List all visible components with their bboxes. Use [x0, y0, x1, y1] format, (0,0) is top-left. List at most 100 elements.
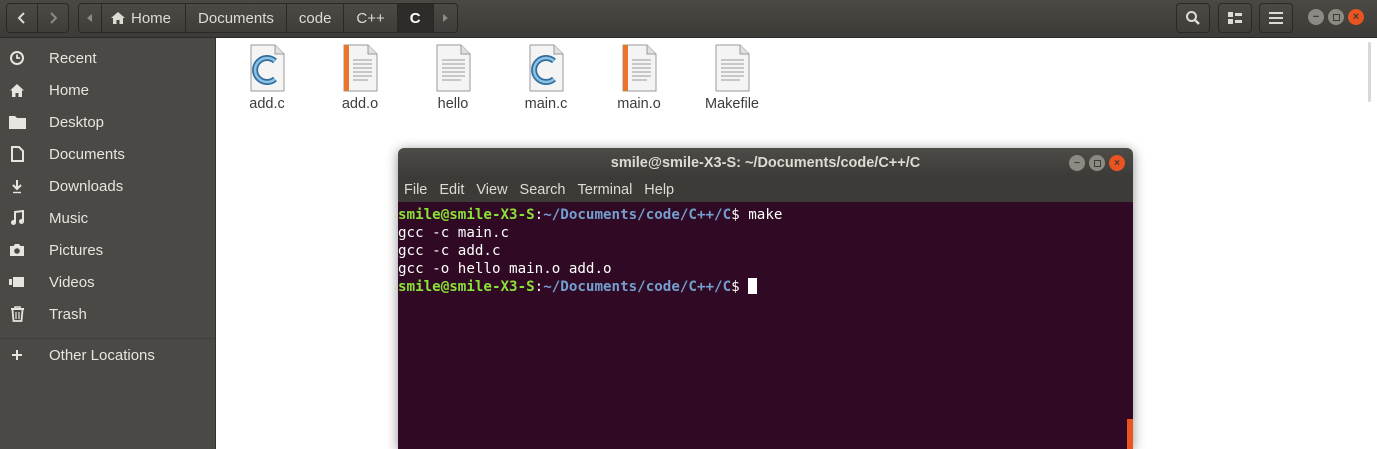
breadcrumb-label: C	[409, 9, 421, 27]
terminal-line: smile@smile-X3-S:~/Documents/code/C++/C$	[398, 278, 1133, 296]
menu-help[interactable]: Help	[644, 182, 674, 198]
sidebar: Recent Home Desktop Documents Downloads …	[0, 38, 216, 449]
sidebar-item-desktop[interactable]: Desktop	[0, 107, 215, 137]
maximize-icon	[1093, 159, 1101, 167]
sidebar-item-label: Music	[49, 209, 89, 227]
maximize-button[interactable]	[1328, 9, 1344, 25]
breadcrumb-c[interactable]: C	[397, 3, 434, 33]
breadcrumb-cpp[interactable]: C++	[344, 3, 398, 33]
sidebar-item-downloads[interactable]: Downloads	[0, 171, 215, 201]
sidebar-item-music[interactable]: Music	[0, 203, 215, 233]
search-button[interactable]	[1176, 3, 1210, 33]
close-icon: ×	[1114, 157, 1120, 169]
menu-terminal[interactable]: Terminal	[578, 182, 633, 198]
download-icon	[8, 177, 26, 195]
c-source-file-icon	[250, 44, 285, 92]
plain-file-icon	[436, 44, 471, 92]
sidebar-divider	[0, 338, 215, 339]
terminal-line: gcc -c main.c	[398, 225, 510, 241]
header-bar: Home Documents code C++ C − ×	[0, 0, 1377, 38]
file-item[interactable]: add.o	[315, 44, 405, 120]
file-item[interactable]: main.c	[501, 44, 591, 120]
music-icon	[8, 209, 26, 227]
menu-edit[interactable]: Edit	[439, 182, 464, 198]
menu-button[interactable]	[1259, 3, 1293, 33]
file-item[interactable]: main.o	[594, 44, 684, 120]
plain-file-icon	[715, 44, 750, 92]
sidebar-item-videos[interactable]: Videos	[0, 267, 215, 297]
hamburger-icon	[1269, 12, 1283, 24]
clock-icon	[8, 49, 26, 67]
sidebar-item-label: Downloads	[49, 177, 124, 195]
home-icon	[8, 81, 26, 99]
menu-file[interactable]: File	[404, 182, 427, 198]
sidebar-item-label: Videos	[49, 273, 95, 291]
file-item[interactable]: add.c	[222, 44, 312, 120]
view-toggle-button[interactable]	[1218, 3, 1252, 33]
prompt-separator: :	[534, 207, 544, 223]
forward-button[interactable]	[37, 3, 69, 33]
terminal-window: smile@smile-X3-S: ~/Documents/code/C++/C…	[398, 148, 1133, 449]
chevron-right-icon	[50, 12, 58, 24]
terminal-titlebar[interactable]: smile@smile-X3-S: ~/Documents/code/C++/C…	[398, 148, 1133, 178]
close-button[interactable]: ×	[1348, 9, 1364, 25]
prompt-path: ~/Documents/code/C++/C	[543, 279, 732, 295]
terminal-menubar: File Edit View Search Terminal Help	[398, 178, 1133, 202]
sidebar-item-label: Other Locations	[49, 346, 155, 364]
terminal-scrollbar[interactable]	[1127, 419, 1133, 449]
plus-icon	[8, 346, 26, 364]
maximize-icon	[1332, 13, 1340, 21]
terminal-minimize-button[interactable]: −	[1069, 155, 1085, 171]
sidebar-item-pictures[interactable]: Pictures	[0, 235, 215, 265]
file-item[interactable]: Makefile	[687, 44, 777, 120]
prompt-user: smile@smile-X3-S	[398, 279, 535, 295]
terminal-output[interactable]: smile@smile-X3-S:~/Documents/code/C++/C$…	[398, 202, 1133, 449]
search-icon	[1186, 11, 1200, 25]
minimize-button[interactable]: −	[1308, 9, 1324, 25]
menu-search[interactable]: Search	[520, 182, 566, 198]
file-name: main.o	[617, 96, 661, 112]
terminal-title: smile@smile-X3-S: ~/Documents/code/C++/C	[610, 155, 921, 171]
back-button[interactable]	[6, 3, 38, 33]
text-cursor	[748, 278, 758, 294]
file-item[interactable]: hello	[408, 44, 498, 120]
breadcrumb-label: Home	[131, 9, 172, 27]
minimize-icon: −	[1074, 157, 1080, 169]
file-name: hello	[437, 96, 469, 112]
breadcrumb-right-arrow[interactable]	[433, 3, 458, 33]
file-name: add.c	[249, 96, 285, 112]
menu-view[interactable]: View	[476, 182, 507, 198]
prompt-separator: :	[534, 279, 544, 295]
terminal-maximize-button[interactable]	[1089, 155, 1105, 171]
sidebar-item-label: Recent	[49, 49, 97, 67]
video-icon	[8, 273, 26, 291]
c-source-file-icon	[529, 44, 564, 92]
sidebar-item-label: Desktop	[49, 113, 105, 131]
scrollbar[interactable]	[1368, 42, 1371, 102]
sidebar-item-documents[interactable]: Documents	[0, 139, 215, 169]
sidebar-item-home[interactable]: Home	[0, 75, 215, 105]
sidebar-item-other-locations[interactable]: Other Locations	[0, 340, 215, 370]
terminal-close-button[interactable]: ×	[1109, 155, 1125, 171]
file-name: add.o	[341, 96, 379, 112]
breadcrumb-left-arrow[interactable]	[78, 3, 102, 33]
breadcrumb-home[interactable]: Home	[102, 3, 187, 33]
sidebar-item-label: Home	[49, 81, 90, 99]
prompt-path: ~/Documents/code/C++/C	[543, 207, 732, 223]
triangle-left-icon	[87, 14, 92, 22]
object-file-icon	[622, 44, 657, 92]
sidebar-item-trash[interactable]: Trash	[0, 299, 215, 329]
terminal-line: gcc -c add.c	[398, 243, 501, 259]
prompt-user: smile@smile-X3-S	[398, 207, 535, 223]
list-view-icon	[1228, 12, 1242, 24]
sidebar-item-label: Documents	[49, 145, 125, 163]
terminal-line: gcc -o hello main.o add.o	[398, 261, 612, 277]
breadcrumb-label: code	[298, 9, 332, 27]
breadcrumb-documents[interactable]: Documents	[186, 3, 287, 33]
terminal-line: smile@smile-X3-S:~/Documents/code/C++/C$…	[398, 206, 1133, 224]
minimize-icon: −	[1312, 11, 1320, 23]
prompt-dollar: $	[731, 279, 749, 295]
sidebar-item-recent[interactable]: Recent	[0, 43, 215, 73]
breadcrumb-code[interactable]: code	[286, 3, 345, 33]
prompt-dollar: $	[731, 207, 749, 223]
